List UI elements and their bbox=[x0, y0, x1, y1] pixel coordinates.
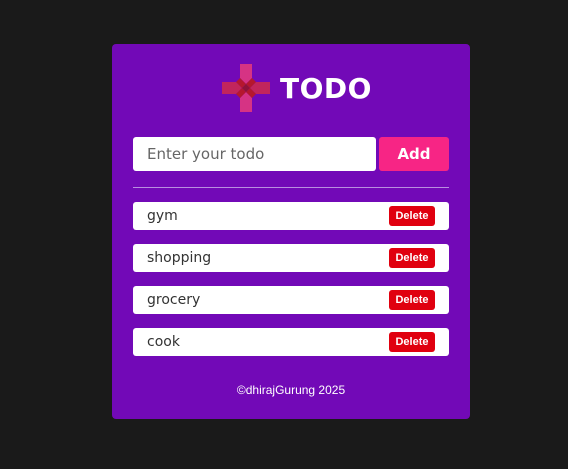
todo-text: gym bbox=[147, 208, 178, 224]
footer-credit: ©dhirajGurung 2025 bbox=[236, 383, 346, 397]
todo-text: shopping bbox=[147, 250, 212, 266]
todo-item: grocery Delete bbox=[133, 286, 449, 314]
todo-card: TODO Add gym Delete shopping Delete groc… bbox=[112, 44, 470, 419]
plus-cross-logo-icon bbox=[222, 64, 270, 112]
add-todo-form: Add bbox=[133, 137, 449, 171]
delete-button[interactable]: Delete bbox=[389, 332, 435, 352]
todo-item: gym Delete bbox=[133, 202, 449, 230]
delete-button[interactable]: Delete bbox=[389, 248, 435, 268]
todo-list: gym Delete shopping Delete grocery Delet… bbox=[133, 202, 449, 370]
todo-text: grocery bbox=[147, 292, 201, 308]
delete-button[interactable]: Delete bbox=[389, 290, 435, 310]
divider bbox=[133, 187, 449, 188]
add-button[interactable]: Add bbox=[379, 137, 449, 171]
app-header: TODO bbox=[222, 64, 372, 112]
delete-button[interactable]: Delete bbox=[389, 206, 435, 226]
todo-text: cook bbox=[147, 334, 180, 350]
app-title: TODO bbox=[280, 71, 372, 105]
todo-item: cook Delete bbox=[133, 328, 449, 356]
todo-item: shopping Delete bbox=[133, 244, 449, 272]
todo-input[interactable] bbox=[133, 137, 376, 171]
